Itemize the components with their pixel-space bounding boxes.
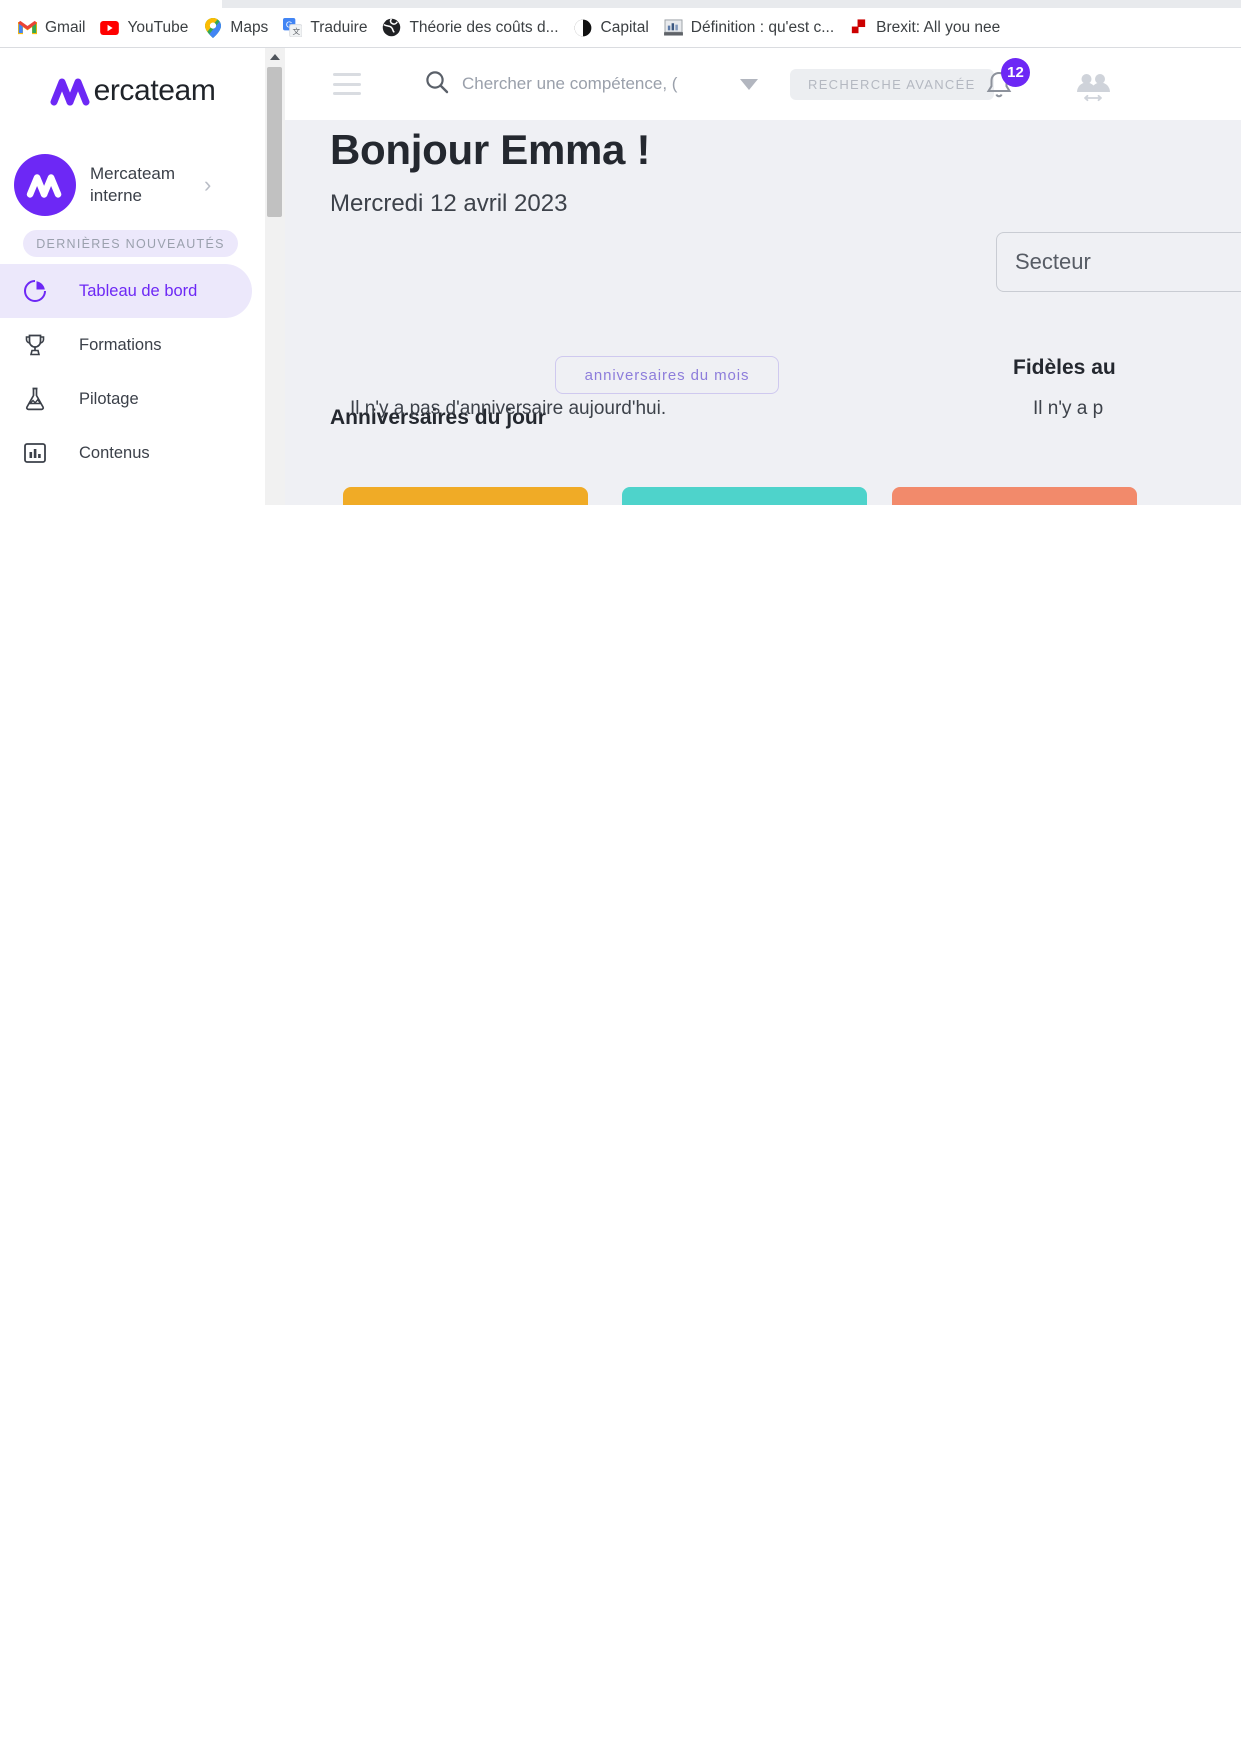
chevron-right-icon: › bbox=[204, 172, 212, 197]
bookmark-definition[interactable]: Définition : qu'est c... bbox=[660, 14, 843, 42]
google-maps-icon bbox=[203, 17, 222, 38]
svg-text:文: 文 bbox=[293, 26, 301, 36]
sidebar-item-contenus[interactable]: Contenus bbox=[0, 426, 265, 480]
bookmark-label: Traduire bbox=[310, 18, 368, 36]
globe-icon bbox=[382, 18, 401, 37]
latest-news-label: DERNIÈRES NOUVEAUTÉS bbox=[36, 236, 225, 251]
birthdays-empty-text: Il n'y a pas d'anniversaire aujourd'hui. bbox=[350, 398, 667, 419]
org-name-line1: Mercateam bbox=[90, 163, 176, 183]
bookmark-theorie-des-couts[interactable]: Théorie des coûts d... bbox=[378, 14, 567, 42]
kpi-card-row bbox=[285, 487, 1241, 505]
search-input[interactable] bbox=[462, 74, 712, 94]
bookmarks-bar: Gmail YouTube Maps G 文 Traduire Théorie … bbox=[0, 8, 1241, 47]
kpi-card[interactable] bbox=[892, 487, 1137, 505]
sidebar-item-label: Tableau de bord bbox=[79, 281, 198, 300]
notification-count-badge: 12 bbox=[1001, 58, 1030, 87]
hamburger-menu-icon[interactable] bbox=[333, 73, 361, 95]
bookmark-label: Capital bbox=[600, 18, 649, 36]
current-date: Mercredi 12 avril 2023 bbox=[330, 190, 568, 217]
bookmark-label: Théorie des coûts d... bbox=[409, 18, 559, 36]
search-icon bbox=[424, 69, 450, 100]
page-scrollbar[interactable] bbox=[265, 48, 285, 505]
tab-strip bbox=[222, 0, 1241, 8]
scrollbar-thumb[interactable] bbox=[267, 67, 282, 217]
youtube-icon bbox=[100, 18, 120, 37]
bookmark-label: Définition : qu'est c... bbox=[690, 18, 835, 36]
sidebar: ercateam Mercateam interne › DERNIÈRES N… bbox=[0, 48, 265, 505]
bookmark-traduire[interactable]: G 文 Traduire bbox=[279, 14, 376, 42]
birthdays-month-label: anniversaires du mois bbox=[584, 366, 750, 384]
sidebar-item-formations[interactable]: Formations bbox=[0, 318, 265, 372]
global-search bbox=[424, 69, 734, 100]
scrollbar-up-arrow[interactable] bbox=[265, 48, 285, 66]
gmail-icon bbox=[18, 18, 37, 37]
pie-chart-icon bbox=[18, 278, 52, 304]
chevron-down-icon[interactable] bbox=[740, 78, 758, 90]
google-translate-icon: G 文 bbox=[283, 18, 303, 37]
bookmark-capital[interactable]: Capital bbox=[570, 14, 658, 42]
org-switcher[interactable]: Mercateam interne › bbox=[14, 146, 252, 224]
people-group-icon[interactable] bbox=[1073, 72, 1113, 107]
chart-image-icon bbox=[663, 18, 683, 37]
org-name-line2: interne bbox=[90, 186, 142, 205]
advanced-search-button[interactable]: RECHERCHE AVANCÉE bbox=[790, 68, 994, 100]
page-viewport: ercateam Mercateam interne › DERNIÈRES N… bbox=[0, 48, 1241, 505]
mercateam-avatar-icon bbox=[14, 154, 76, 216]
loyalty-title: Fidèles au bbox=[1013, 356, 1116, 379]
page-title: Bonjour Emma ! bbox=[330, 126, 651, 173]
sector-filter-select[interactable]: Secteur bbox=[996, 232, 1241, 292]
loyalty-empty-text: Il n'y a p bbox=[1033, 398, 1104, 419]
bar-chart-icon bbox=[18, 440, 52, 466]
browser-window-top bbox=[0, 0, 1241, 8]
bookmark-brexit[interactable]: Brexit: All you nee bbox=[845, 14, 1009, 42]
kpi-card[interactable] bbox=[343, 487, 588, 505]
bookmark-youtube[interactable]: YouTube bbox=[96, 14, 197, 42]
bookmark-label: Brexit: All you nee bbox=[876, 18, 1001, 36]
birthdays-month-button[interactable]: anniversaires du mois bbox=[555, 356, 779, 394]
bookmark-label: YouTube bbox=[127, 18, 189, 36]
bookmark-label: Maps bbox=[230, 18, 269, 36]
sidebar-item-label: Formations bbox=[79, 335, 162, 354]
bookmark-gmail[interactable]: Gmail bbox=[14, 14, 94, 42]
bookmark-maps[interactable]: Maps bbox=[199, 14, 277, 42]
sector-filter-label: Secteur bbox=[1015, 249, 1091, 274]
latest-news-badge[interactable]: DERNIÈRES NOUVEAUTÉS bbox=[23, 230, 238, 257]
sidebar-item-pilotage[interactable]: Pilotage bbox=[0, 372, 265, 426]
bbc-news-icon bbox=[849, 18, 868, 37]
app-logo[interactable]: ercateam bbox=[0, 74, 265, 108]
mercateam-logo-icon bbox=[50, 76, 92, 106]
sidebar-item-tableau-de-bord[interactable]: Tableau de bord bbox=[0, 264, 252, 318]
app-main: RECHERCHE AVANCÉE 12 Bonjour Emma ! bbox=[285, 48, 1241, 505]
kpi-card[interactable] bbox=[622, 487, 867, 505]
capital-icon bbox=[574, 18, 593, 37]
sidebar-nav: Tableau de bord Formations Pilotage Cont… bbox=[0, 264, 265, 480]
trophy-icon bbox=[18, 332, 52, 358]
app-topbar: RECHERCHE AVANCÉE 12 bbox=[285, 48, 1241, 120]
org-name: Mercateam interne bbox=[90, 163, 202, 208]
notifications-button[interactable]: 12 bbox=[982, 58, 1030, 108]
sidebar-item-label: Pilotage bbox=[79, 389, 139, 408]
flask-icon bbox=[18, 386, 52, 412]
app-logo-text: ercateam bbox=[93, 74, 216, 107]
bookmark-label: Gmail bbox=[45, 18, 86, 36]
sidebar-item-label: Contenus bbox=[79, 443, 150, 462]
